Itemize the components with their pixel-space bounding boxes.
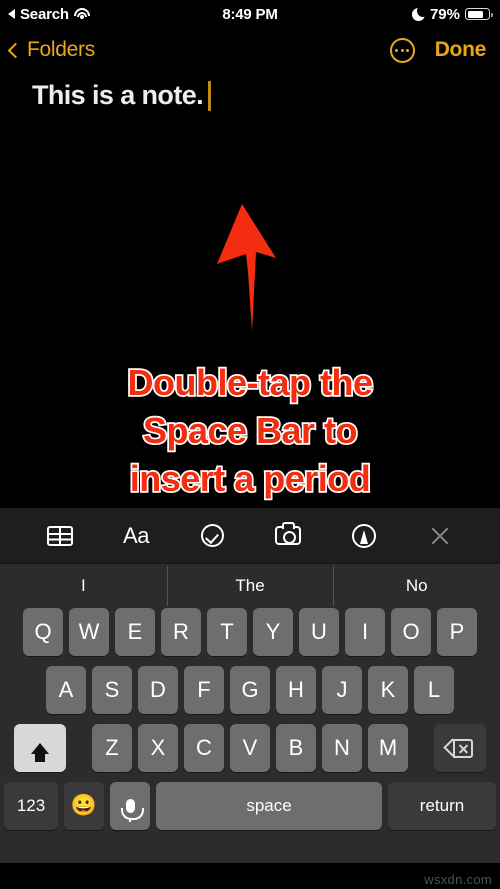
- keyboard-row-1: Q W E R T Y U I O P: [0, 608, 500, 656]
- prediction-0[interactable]: I: [0, 576, 167, 596]
- back-to-folders-button[interactable]: Folders: [7, 38, 95, 62]
- key-w[interactable]: W: [69, 608, 109, 656]
- key-a[interactable]: A: [46, 666, 86, 714]
- key-p[interactable]: P: [437, 608, 477, 656]
- status-bar-right: 79%: [411, 5, 493, 23]
- watermark: wsxdn.com: [424, 872, 492, 887]
- prediction-1[interactable]: The: [166, 566, 334, 606]
- checklist-icon[interactable]: [192, 516, 232, 556]
- done-button[interactable]: Done: [435, 38, 487, 62]
- key-u[interactable]: U: [299, 608, 339, 656]
- key-l[interactable]: L: [414, 666, 454, 714]
- navigation-bar-actions: Done: [389, 37, 487, 63]
- notes-accessory-toolbar: Aa: [0, 508, 500, 564]
- backspace-delete-icon: [443, 738, 473, 758]
- annotation-line-3: insert a period: [128, 457, 373, 502]
- format-aa-label: Aa: [123, 522, 149, 548]
- carrier-back-label: Search: [20, 5, 69, 23]
- key-b[interactable]: B: [276, 724, 316, 772]
- annotation-text: Double-tap the Space Bar to insert a per…: [0, 359, 500, 504]
- key-v[interactable]: V: [230, 724, 270, 772]
- note-editor-area[interactable]: This is a note. Double-tap the Space Bar…: [0, 72, 500, 508]
- note-title-line[interactable]: This is a note.: [32, 80, 211, 111]
- moon-icon: [411, 7, 425, 21]
- key-r[interactable]: R: [161, 608, 201, 656]
- key-d[interactable]: D: [138, 666, 178, 714]
- shift-key[interactable]: [14, 724, 66, 772]
- battery-icon: [465, 8, 493, 20]
- predictive-text-bar: I The No: [0, 564, 500, 608]
- emoji-smiley-icon: 😀: [70, 794, 98, 817]
- dictation-key[interactable]: [110, 782, 150, 830]
- chevron-left-icon: [7, 42, 24, 58]
- key-h[interactable]: H: [276, 666, 316, 714]
- battery-percent-label: 79%: [429, 5, 460, 23]
- key-j[interactable]: J: [322, 666, 362, 714]
- microphone-icon: [120, 799, 144, 822]
- key-g[interactable]: G: [230, 666, 270, 714]
- annotation-line-1: Double-tap the: [126, 360, 375, 405]
- format-aa-icon[interactable]: Aa: [116, 516, 156, 556]
- close-icon[interactable]: [420, 516, 460, 556]
- key-f[interactable]: F: [184, 666, 224, 714]
- status-bar-left[interactable]: Search: [8, 6, 90, 23]
- key-m[interactable]: M: [368, 724, 408, 772]
- key-z[interactable]: Z: [92, 724, 132, 772]
- key-o[interactable]: O: [391, 608, 431, 656]
- status-bar: Search 8:49 PM 79%: [0, 0, 500, 28]
- note-title-text: This is a note.: [32, 80, 204, 110]
- key-k[interactable]: K: [368, 666, 408, 714]
- keyboard-row-3: Z X C V B N M: [0, 724, 500, 772]
- key-x[interactable]: X: [138, 724, 178, 772]
- emoji-key[interactable]: 😀: [64, 782, 104, 830]
- wifi-icon: [73, 8, 90, 20]
- annotation-line-2: Space Bar to: [141, 408, 359, 453]
- key-c[interactable]: C: [184, 724, 224, 772]
- keyboard-row-2: A S D F G H J K L: [0, 666, 500, 714]
- shift-arrow-icon: [31, 742, 49, 762]
- key-t[interactable]: T: [207, 608, 247, 656]
- text-cursor: [208, 80, 211, 111]
- delete-key[interactable]: [434, 724, 486, 772]
- key-s[interactable]: S: [92, 666, 132, 714]
- camera-icon[interactable]: [268, 516, 308, 556]
- up-arrow-annotation-icon: [180, 202, 290, 357]
- table-icon[interactable]: [40, 516, 80, 556]
- back-button-label: Folders: [27, 38, 95, 61]
- navigation-bar: Folders Done: [0, 28, 500, 72]
- key-y[interactable]: Y: [253, 608, 293, 656]
- back-triangle-icon: [8, 9, 15, 19]
- prediction-2[interactable]: No: [333, 566, 500, 606]
- onscreen-keyboard: I The No Q W E R T Y U I O P A S D F G H…: [0, 564, 500, 863]
- ellipsis-circle-icon[interactable]: [389, 37, 415, 63]
- return-key[interactable]: return: [388, 782, 496, 830]
- numbers-key[interactable]: 123: [4, 782, 58, 830]
- key-e[interactable]: E: [115, 608, 155, 656]
- markup-pen-icon[interactable]: [344, 516, 384, 556]
- key-i[interactable]: I: [345, 608, 385, 656]
- space-key[interactable]: space: [156, 782, 382, 830]
- key-q[interactable]: Q: [23, 608, 63, 656]
- key-n[interactable]: N: [322, 724, 362, 772]
- keyboard-row-4: 123 😀 space return: [0, 782, 500, 830]
